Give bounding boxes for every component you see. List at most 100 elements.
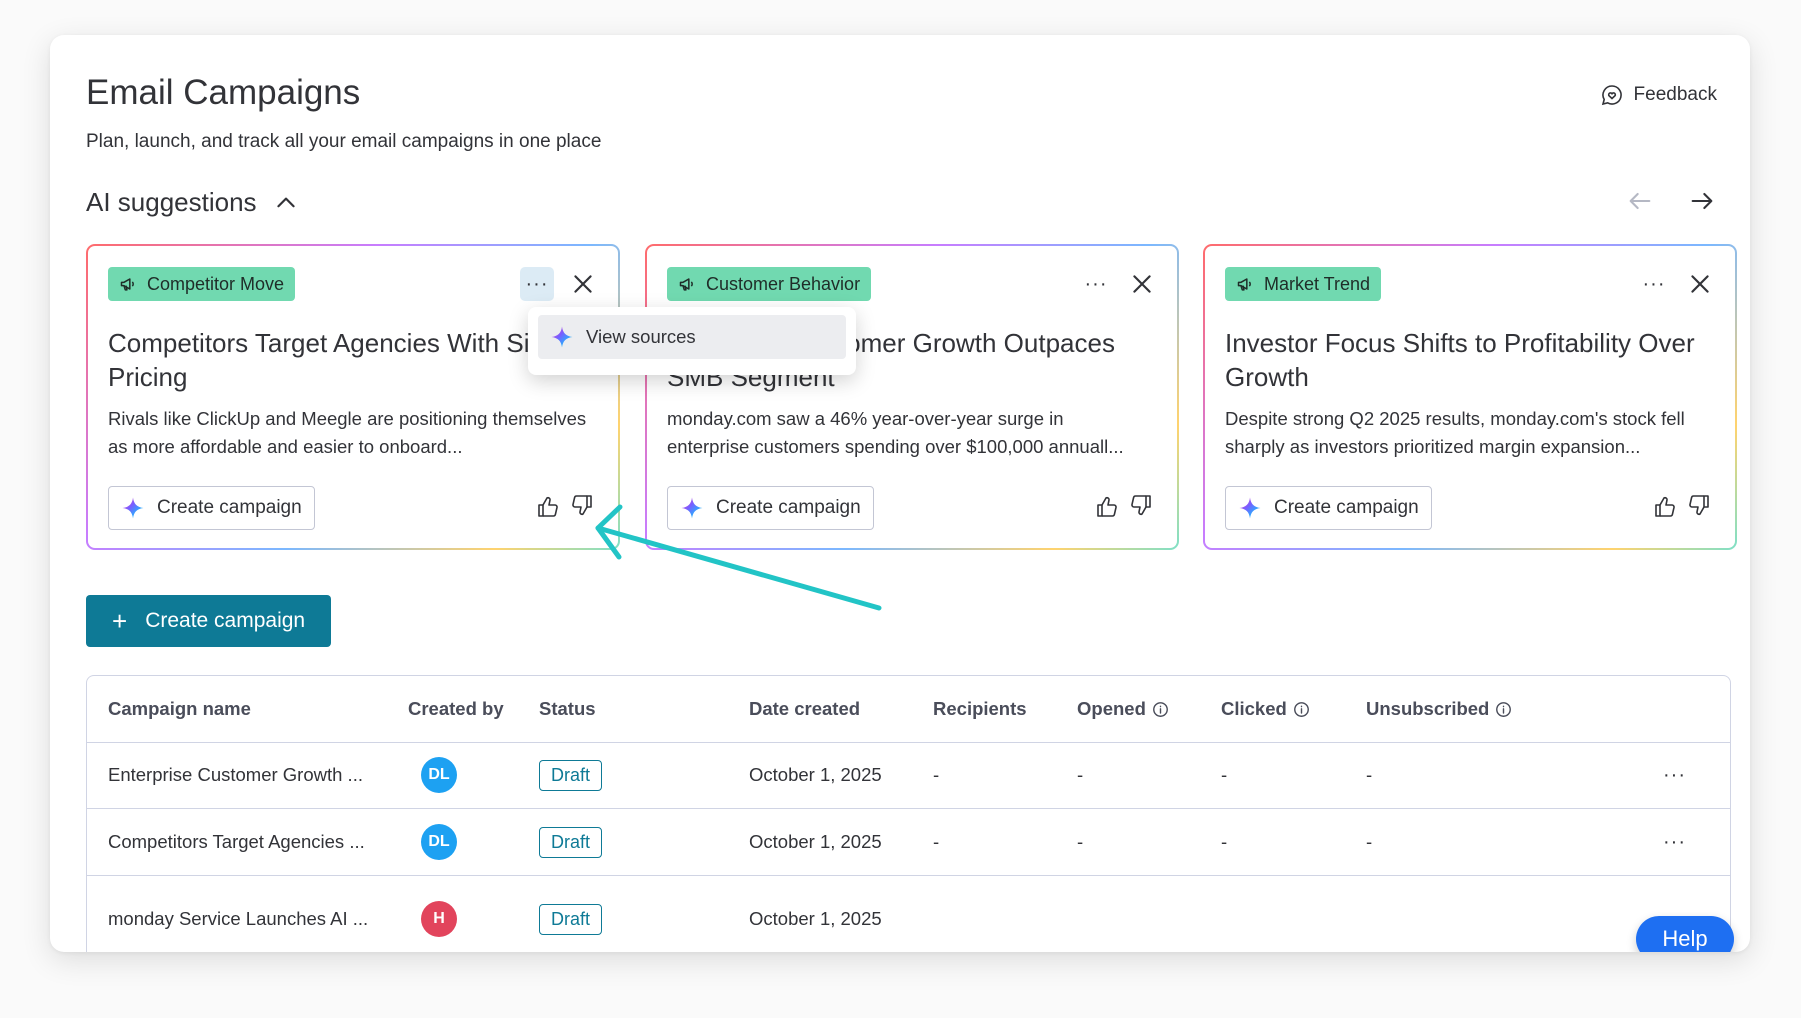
feedback-button[interactable]: Feedback: [1600, 83, 1717, 107]
view-sources-label: View sources: [586, 326, 696, 347]
page-title: Email Campaigns: [86, 73, 361, 112]
chat-heart-icon: [1601, 85, 1622, 106]
card-more-button[interactable]: ···: [1637, 267, 1671, 301]
arrow-left-icon[interactable]: [1626, 187, 1654, 215]
category-tag-label: Competitor Move: [147, 273, 285, 294]
category-tag-label: Market Trend: [1264, 273, 1371, 294]
row-more-button[interactable]: ···: [1663, 742, 1686, 808]
thumbs-up-icon[interactable]: [536, 495, 560, 519]
thumbs-down-icon[interactable]: [570, 493, 594, 517]
column-header-clicked-label: Clicked: [1221, 698, 1287, 719]
date-created-cell: October 1, 2025: [749, 831, 882, 852]
column-header-opened-label: Opened: [1077, 698, 1146, 719]
carousel-nav: [1626, 187, 1716, 215]
table-row[interactable]: monday Service Launches AI ... H Draft O…: [87, 876, 1730, 942]
megaphone-icon: [1237, 278, 1251, 291]
page-subtitle: Plan, launch, and track all your email c…: [86, 131, 602, 152]
category-tag: Market Trend: [1225, 267, 1382, 301]
thumbs-up-icon[interactable]: [1653, 495, 1677, 519]
campaign-name-cell[interactable]: Competitors Target Agencies ...: [108, 809, 365, 875]
status-badge[interactable]: Draft: [539, 759, 603, 791]
thumbs-down-icon[interactable]: [1129, 493, 1153, 517]
status-badge[interactable]: Draft: [539, 903, 603, 935]
column-header-created-by[interactable]: Created by: [408, 676, 504, 742]
avatar[interactable]: DL: [421, 757, 457, 793]
close-icon[interactable]: [1687, 271, 1713, 297]
column-header-campaign-name[interactable]: Campaign name: [108, 676, 251, 742]
status-cell: Draft: [539, 742, 603, 808]
created-by-cell: DL: [421, 809, 457, 875]
app-window: Email Campaigns Plan, launch, and track …: [50, 35, 1750, 952]
megaphone-icon: [679, 278, 693, 291]
card-more-button[interactable]: ···: [520, 267, 554, 301]
category-tag: Competitor Move: [108, 267, 296, 301]
sparkle-icon: [1239, 497, 1261, 519]
table-row[interactable]: Competitors Target Agencies ... DL Draft…: [87, 809, 1730, 876]
view-sources-menu-item[interactable]: View sources: [538, 315, 846, 359]
clicked-cell: -: [1221, 764, 1228, 785]
unsubscribed-cell: -: [1366, 831, 1373, 852]
column-header-unsubscribed-label: Unsubscribed: [1366, 698, 1490, 719]
card-create-campaign-button[interactable]: Create campaign: [1225, 486, 1432, 530]
clicked-cell: -: [1221, 831, 1228, 852]
category-tag-label: Customer Behavior: [706, 273, 861, 294]
table-row[interactable]: Enterprise Customer Growth ... DL Draft …: [87, 742, 1730, 809]
card-create-campaign-button[interactable]: Create campaign: [667, 486, 874, 530]
info-icon[interactable]: [1495, 701, 1512, 718]
ai-suggestions-heading: AI suggestions: [86, 187, 257, 217]
arrow-right-icon[interactable]: [1688, 187, 1716, 215]
campaign-name-cell[interactable]: monday Service Launches AI ...: [108, 886, 368, 952]
card-create-campaign-button[interactable]: Create campaign: [108, 486, 315, 530]
feedback-label: Feedback: [1633, 84, 1717, 105]
avatar[interactable]: H: [421, 901, 457, 937]
campaign-name-cell[interactable]: Enterprise Customer Growth ...: [108, 742, 363, 808]
card-title: Investor Focus Shifts to Profitability O…: [1225, 328, 1695, 392]
close-icon[interactable]: [570, 271, 596, 297]
thumbs-up-icon[interactable]: [1095, 495, 1119, 519]
column-header-clicked[interactable]: Clicked: [1221, 676, 1310, 742]
column-header-unsubscribed[interactable]: Unsubscribed: [1366, 676, 1512, 742]
sparkle-icon: [551, 326, 573, 348]
column-header-date-created[interactable]: Date created: [749, 676, 860, 742]
card-more-button[interactable]: ···: [1079, 267, 1113, 301]
create-campaign-button[interactable]: + Create campaign: [86, 595, 332, 647]
created-by-cell: H: [421, 886, 457, 952]
plus-icon: +: [112, 606, 128, 636]
row-more-button[interactable]: ···: [1663, 809, 1686, 875]
campaigns-table: Campaign name Created by Status Date cre…: [86, 675, 1731, 952]
status-cell: Draft: [539, 886, 603, 952]
card-title: Competitors Target Agencies With Simpler…: [108, 328, 595, 392]
column-header-status[interactable]: Status: [539, 676, 596, 742]
info-icon[interactable]: [1152, 701, 1169, 718]
created-by-cell: DL: [421, 742, 457, 808]
opened-cell: -: [1077, 831, 1084, 852]
column-header-recipients[interactable]: Recipients: [933, 676, 1027, 742]
suggestion-card: Competitor Move ··· Competitors Target A…: [86, 244, 620, 550]
suggestion-card: Market Trend ··· Investor Focus Shifts t…: [1203, 244, 1737, 550]
create-campaign-label: Create campaign: [145, 609, 306, 632]
status-badge[interactable]: Draft: [539, 826, 603, 858]
unsubscribed-cell: -: [1366, 764, 1373, 785]
info-icon[interactable]: [1293, 701, 1310, 718]
recipients-cell: -: [933, 831, 940, 852]
card-description: Rivals like ClickUp and Meegle are posit…: [108, 408, 587, 457]
column-header-opened[interactable]: Opened: [1077, 676, 1169, 742]
opened-cell: -: [1077, 764, 1084, 785]
date-created-cell: October 1, 2025: [749, 764, 882, 785]
table-header-row: Campaign name Created by Status Date cre…: [87, 676, 1730, 743]
ai-suggestions-header: AI suggestions: [86, 187, 299, 218]
suggestion-card: Customer Behavior ··· Enterprise Custome…: [645, 244, 1179, 550]
close-icon[interactable]: [1129, 271, 1155, 297]
card-create-campaign-label: Create campaign: [157, 497, 302, 518]
category-tag: Customer Behavior: [667, 267, 872, 301]
card-more-dropdown: View sources: [528, 307, 856, 375]
avatar[interactable]: DL: [421, 824, 457, 860]
chevron-up-icon[interactable]: [273, 190, 299, 216]
card-description: monday.com saw a 46% year-over-year surg…: [667, 408, 1124, 457]
thumbs-down-icon[interactable]: [1687, 493, 1711, 517]
help-button[interactable]: Help: [1636, 916, 1734, 952]
sparkle-icon: [681, 497, 703, 519]
card-create-campaign-label: Create campaign: [716, 497, 861, 518]
status-cell: Draft: [539, 809, 603, 875]
card-create-campaign-label: Create campaign: [1274, 497, 1419, 518]
